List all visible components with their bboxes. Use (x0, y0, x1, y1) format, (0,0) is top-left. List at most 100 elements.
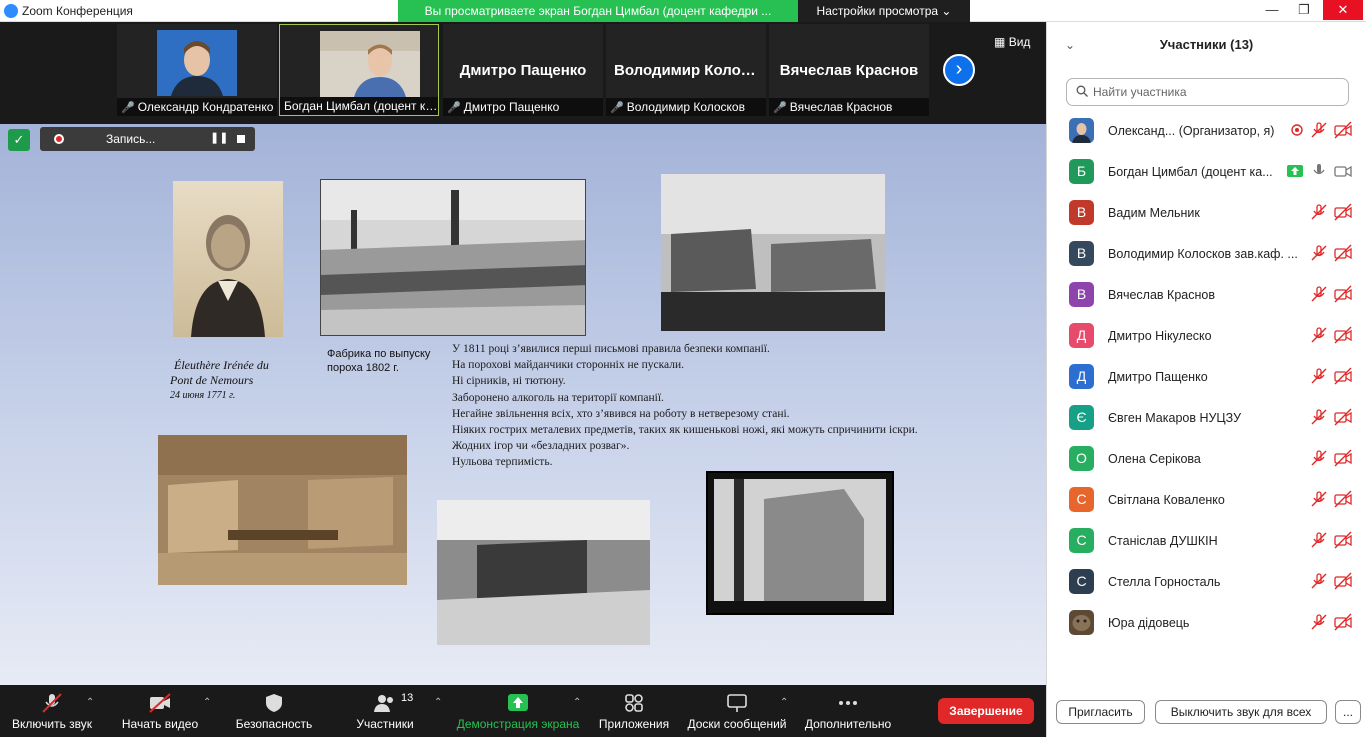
mic-muted-icon[interactable] (1310, 367, 1328, 385)
participants-count: 13 (401, 692, 414, 704)
video-strip: 🎤 Олександр Кондратенко Богдан Цимбал (до… (0, 22, 1046, 124)
share-screen-button[interactable]: Демонстрация экрана (452, 685, 584, 737)
camera-off-icon[interactable] (1334, 531, 1352, 549)
start-video-button[interactable]: Начать видео (114, 685, 206, 737)
camera-off-icon[interactable] (1334, 203, 1352, 221)
avatar: В (1069, 282, 1094, 307)
search-input[interactable] (1093, 83, 1343, 101)
participant-row[interactable]: С Станіслав ДУШКІН (1047, 524, 1366, 565)
participants-options-caret-icon[interactable]: ⌃ (434, 697, 442, 708)
safety-rules-text: У 1811 році з’явилися перші письмові пра… (452, 341, 944, 471)
view-options-dropdown[interactable]: Настройки просмотра ⌄ (798, 0, 970, 22)
apps-button[interactable]: Приложения (592, 685, 676, 737)
participant-name: Дмитро Нікулеско (1108, 329, 1212, 343)
participant-name: Олександр Кондратенко (137, 100, 274, 114)
whiteboard-options-caret-icon[interactable]: ⌃ (780, 697, 788, 708)
title-bar: Zoom Конференция Вы просматриваете экран… (0, 0, 1366, 22)
camera-off-icon[interactable] (1334, 285, 1352, 303)
participant-row[interactable]: Юра дідовець (1047, 606, 1366, 647)
unmute-button[interactable]: Включить звук (4, 685, 100, 737)
participant-row[interactable]: Олександ... (Организатор, я) (1047, 114, 1366, 155)
stop-icon[interactable] (237, 135, 245, 143)
mic-muted-icon[interactable] (1310, 449, 1328, 467)
avatar: Б (1069, 159, 1094, 184)
camera-off-icon[interactable] (1334, 572, 1352, 590)
rule-line: Негайне звільнення всіх, хто з’явився на… (452, 407, 790, 420)
mic-muted-icon (42, 693, 62, 713)
audio-options-caret-icon[interactable]: ⌃ (86, 697, 94, 708)
video-tile[interactable]: 🎤 Олександр Кондратенко (117, 24, 277, 116)
share-screen-icon (508, 694, 528, 711)
participant-row[interactable]: Є Євген Макаров НУЦЗУ (1047, 401, 1366, 442)
participant-row[interactable]: Д Дмитро Нікулеско (1047, 319, 1366, 360)
camera-icon[interactable] (1334, 162, 1352, 180)
mic-muted-icon[interactable] (1310, 326, 1328, 344)
camera-off-icon[interactable] (1334, 121, 1352, 139)
mic-muted-icon[interactable] (1310, 572, 1328, 590)
avatar: В (1069, 200, 1094, 225)
end-meeting-button[interactable]: Завершение (938, 698, 1034, 724)
mic-muted-icon[interactable] (1310, 244, 1328, 262)
avatar (1069, 610, 1094, 635)
participant-row[interactable]: О Олена Серікова (1047, 442, 1366, 483)
rule-line: Ні сірників, ні тютюну. (452, 375, 566, 388)
participant-row[interactable]: Д Дмитро Пащенко (1047, 360, 1366, 401)
participant-row[interactable]: Б Богдан Цимбал (доцент ка... (1047, 155, 1366, 196)
participant-row[interactable]: С Світлана Коваленко (1047, 483, 1366, 524)
whiteboards-button[interactable]: Доски сообщений (683, 685, 791, 737)
mic-icon[interactable] (1310, 162, 1328, 180)
shield-icon[interactable]: ✓ (8, 129, 30, 151)
mute-all-button[interactable]: Выключить звук для всех (1155, 700, 1327, 724)
mic-muted-icon[interactable] (1310, 285, 1328, 303)
more-options-button[interactable]: ... (1335, 700, 1361, 724)
share-screen-icon (1287, 165, 1303, 177)
view-button[interactable]: ▦ Вид (994, 35, 1030, 49)
close-button[interactable]: ✕ (1323, 0, 1363, 20)
participant-row[interactable]: В Володимир Колосков зав.каф. ... (1047, 237, 1366, 278)
camera-off-icon[interactable] (1334, 244, 1352, 262)
participant-name-bar: 🎤 Олександр Кондратенко (117, 98, 277, 116)
video-tile[interactable]: Володимир Колосков 🎤Володимир Колосков (606, 24, 766, 116)
share-options-caret-icon[interactable]: ⌃ (573, 697, 581, 708)
mic-muted-icon[interactable] (1310, 121, 1328, 139)
next-page-arrow-icon[interactable]: › (943, 54, 975, 86)
mic-muted-icon[interactable] (1310, 490, 1328, 508)
participants-button[interactable]: 13 Участники (345, 685, 425, 737)
camera-off-icon[interactable] (1334, 613, 1352, 631)
participant-video (320, 31, 420, 97)
video-tile-active-speaker[interactable]: Богдан Цимбал (доцент кафедри) (279, 24, 439, 116)
participant-search[interactable] (1066, 78, 1349, 106)
participant-name: Вадим Мельник (1108, 206, 1200, 220)
security-button[interactable]: Безопасность (228, 685, 320, 737)
mic-muted-icon: 🎤 (447, 102, 461, 114)
video-tile[interactable]: Вячеслав Краснов 🎤 Вячеслав Краснов (769, 24, 929, 116)
camera-off-icon[interactable] (1334, 449, 1352, 467)
participant-name: Стелла Горносталь (1108, 575, 1221, 589)
mic-muted-icon[interactable] (1310, 408, 1328, 426)
meeting-toolbar: Включить звук ⌃ Начать видео ⌃ Безопасно… (0, 685, 1046, 737)
maximize-button[interactable]: ❐ (1290, 0, 1318, 20)
participants-icon (374, 695, 393, 712)
minimize-button[interactable]: — (1258, 0, 1286, 20)
avatar: Є (1069, 405, 1094, 430)
camera-off-icon[interactable] (1334, 408, 1352, 426)
view-options-label: Настройки просмотра (816, 4, 939, 18)
avatar: Д (1069, 364, 1094, 389)
mic-muted-icon[interactable] (1310, 531, 1328, 549)
camera-off-icon[interactable] (1334, 326, 1352, 344)
shield-icon (266, 694, 282, 712)
mic-muted-icon[interactable] (1310, 203, 1328, 221)
camera-off-icon[interactable] (1334, 367, 1352, 385)
participant-row[interactable]: С Стелла Горносталь (1047, 565, 1366, 606)
more-button[interactable]: Дополнительно (798, 685, 898, 737)
apps-label: Приложения (598, 717, 670, 731)
participant-row[interactable]: В Вадим Мельник (1047, 196, 1366, 237)
invite-button[interactable]: Пригласить (1056, 700, 1145, 724)
recording-bar: Запись... ❚❚ (40, 127, 255, 151)
participant-row[interactable]: В Вячеслав Краснов (1047, 278, 1366, 319)
camera-off-icon[interactable] (1334, 490, 1352, 508)
video-tile[interactable]: Дмитро Пащенко 🎤 Дмитро Пащенко (443, 24, 603, 116)
video-options-caret-icon[interactable]: ⌃ (203, 697, 211, 708)
mic-muted-icon[interactable] (1310, 613, 1328, 631)
pause-icon[interactable]: ❚❚ (210, 131, 228, 147)
